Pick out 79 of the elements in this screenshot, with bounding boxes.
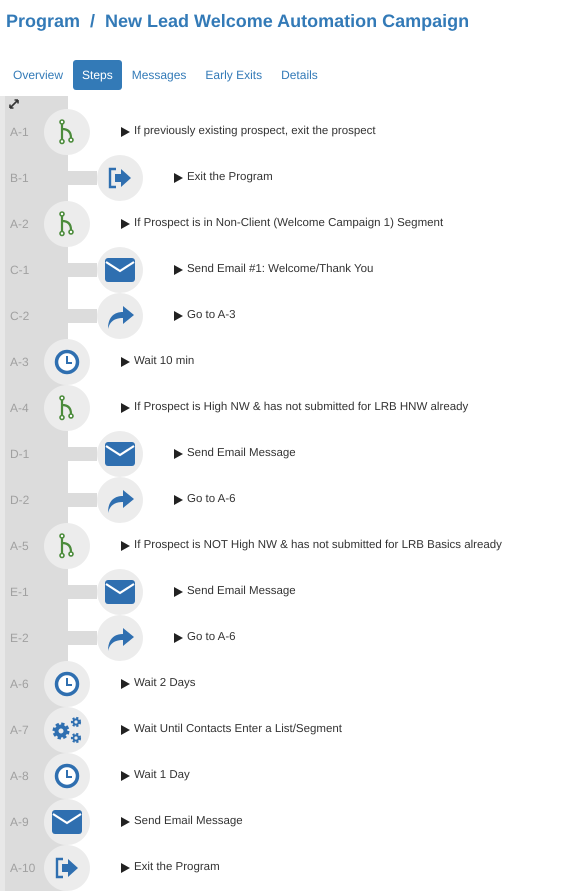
step-id: D-1 <box>9 446 30 463</box>
connector-bar <box>68 631 97 645</box>
exit-arrow-icon <box>54 856 80 880</box>
step-description: Go to A-6 <box>187 630 236 646</box>
tab[interactable]: Early Exits <box>196 60 272 90</box>
step-id: A-6 <box>9 676 30 693</box>
connector-bar <box>68 171 97 185</box>
caret-icon[interactable] <box>173 311 183 321</box>
step-description: Exit the Program <box>187 170 273 186</box>
caret-icon[interactable] <box>173 587 183 597</box>
gears-icon <box>51 716 83 744</box>
step-id: A-10 <box>9 860 36 877</box>
step-description: If Prospect is NOT High NW & has not submitted for LRB Basics already <box>134 538 502 554</box>
step-id: A-8 <box>9 768 30 785</box>
connector-bar <box>68 309 97 323</box>
step-description: Send Email Message <box>187 584 296 600</box>
step-description: Send Email Message <box>134 814 243 830</box>
caret-icon[interactable] <box>120 679 130 689</box>
caret-icon[interactable] <box>173 633 183 643</box>
step-description: Send Email #1: Welcome/Thank You <box>187 262 374 278</box>
step-id: E-1 <box>9 584 30 601</box>
step-id: A-2 <box>9 216 30 233</box>
step-description: Send Email Message <box>187 446 296 462</box>
caret-icon[interactable] <box>173 173 183 183</box>
branch-icon <box>58 211 76 237</box>
caret-icon[interactable] <box>120 403 130 413</box>
branch-icon <box>58 395 76 421</box>
caret-icon[interactable] <box>173 449 183 459</box>
step-description: Wait Until Contacts Enter a List/Segment <box>134 722 342 738</box>
step-id: A-5 <box>9 538 30 555</box>
caret-icon[interactable] <box>120 127 130 137</box>
caret-icon[interactable] <box>120 219 130 229</box>
connector-bar <box>68 585 97 599</box>
caret-icon[interactable] <box>173 265 183 275</box>
step-description: Exit the Program <box>134 860 220 876</box>
branch-icon <box>58 119 76 145</box>
caret-icon[interactable] <box>120 771 130 781</box>
step-description: If Prospect is in Non-Client (Welcome Campaign 1) Segment <box>134 216 444 232</box>
clock-icon <box>54 671 80 697</box>
caret-icon[interactable] <box>120 725 130 735</box>
envelope-icon <box>105 442 135 466</box>
clock-icon <box>54 763 80 789</box>
caret-icon[interactable] <box>120 817 130 827</box>
caret-icon[interactable] <box>120 541 130 551</box>
step-description: Go to A-3 <box>187 308 236 324</box>
connector-bar <box>68 447 97 461</box>
envelope-icon <box>105 258 135 282</box>
step-description: Wait 10 min <box>134 354 194 370</box>
step-description: If Prospect is High NW & has not submitted for LRB HNW already <box>134 400 468 416</box>
step-id: C-2 <box>9 308 30 325</box>
branch-icon <box>58 533 76 559</box>
connector-bar <box>68 493 97 507</box>
tab[interactable]: Overview <box>4 60 72 90</box>
step-id: D-2 <box>9 492 30 509</box>
tab[interactable]: Messages <box>122 60 196 90</box>
caret-icon[interactable] <box>120 863 130 873</box>
connector-bar <box>68 263 97 277</box>
envelope-icon <box>105 580 135 604</box>
step-id: A-3 <box>9 354 30 371</box>
step-description: Go to A-6 <box>187 492 236 508</box>
step-id: C-1 <box>9 262 30 279</box>
tab[interactable]: Steps <box>73 60 122 90</box>
exit-arrow-icon <box>107 166 133 190</box>
step-id: A-9 <box>9 814 30 831</box>
step-id: B-1 <box>9 170 30 187</box>
step-description: If previously existing prospect, exit the prospect <box>134 124 376 140</box>
step-id: A-7 <box>9 722 30 739</box>
page-title: Program / New Lead Welcome Automation Campaign <box>5 10 470 33</box>
step-description: Wait 2 Days <box>134 676 196 692</box>
envelope-icon <box>52 810 82 834</box>
caret-icon[interactable] <box>120 357 130 367</box>
caret-icon[interactable] <box>173 495 183 505</box>
step-id: A-4 <box>9 400 30 417</box>
step-description: Wait 1 Day <box>134 768 190 784</box>
expand-icon[interactable] <box>9 99 19 109</box>
tab[interactable]: Details <box>272 60 327 90</box>
step-id: A-1 <box>9 124 30 141</box>
step-id: E-2 <box>9 630 30 647</box>
clock-icon <box>54 349 80 375</box>
